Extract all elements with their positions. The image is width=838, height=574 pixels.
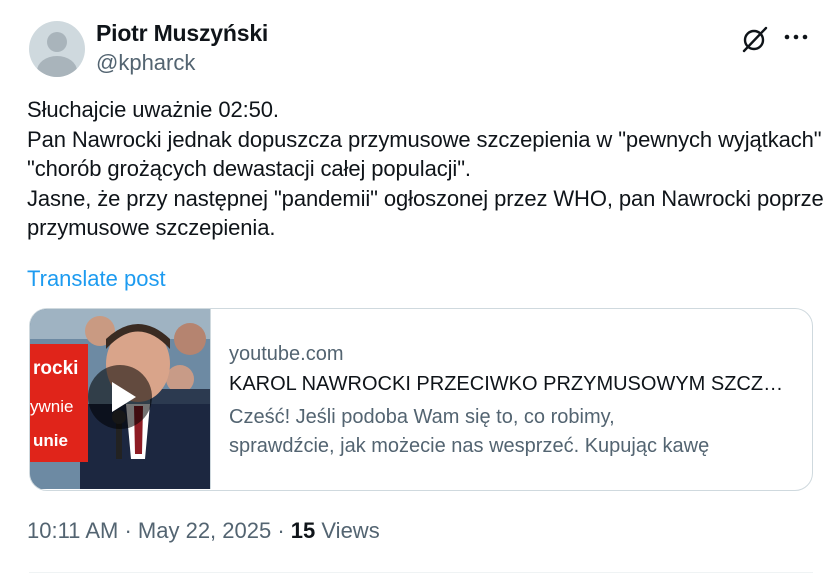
post-time[interactable]: 10:11 AM [27,518,118,543]
avatar-body-shape [37,56,77,77]
author-handle[interactable]: @kpharck [96,50,195,76]
post-date[interactable]: May 22, 2025 [138,518,271,543]
video-thumbnail[interactable]: rocki ywnie unie [30,309,211,489]
grok-icon[interactable] [740,24,770,54]
avatar-head-shape [47,32,67,52]
post-meta: 10:11 AM · May 22, 2025 · 15 Views [27,518,380,544]
link-preview-card[interactable]: rocki ywnie unie youtube.com KAROL NAWRO… [29,308,813,491]
play-icon[interactable] [87,364,153,430]
views-label: Views [321,518,380,543]
divider [29,572,813,573]
avatar[interactable] [29,21,85,77]
card-description: Cześć! Jeśli podoba Wam się to, co robim… [229,403,799,461]
card-description-line-1: Cześć! Jeśli podoba Wam się to, co robim… [229,406,615,428]
more-icon[interactable] [784,32,808,42]
card-title: KAROL NAWROCKI PRZECIWKO PRZYMUSOWYM SZC… [229,373,794,395]
meta-separator: · [277,518,285,543]
thumbnail-overlay-1: rocki [33,358,78,379]
card-description-line-2: sprawdźcie, jak możecie nas wesprzeć. Ku… [229,435,710,457]
thumbnail-overlay-3: unie [33,431,68,450]
thumbnail-overlay-2: ywnie [30,397,73,416]
views-count: 15 [290,518,316,543]
post-text: Słuchajcie uważnie 02:50. Pan Nawrocki j… [27,97,824,240]
author-display-name[interactable]: Piotr Muszyński [96,20,268,47]
meta-separator: · [124,518,132,543]
translate-post-link[interactable]: Translate post [27,266,166,292]
card-domain: youtube.com [229,343,344,365]
tweet: Piotr Muszyński @kpharck Słuchajcie uważ… [0,0,838,574]
